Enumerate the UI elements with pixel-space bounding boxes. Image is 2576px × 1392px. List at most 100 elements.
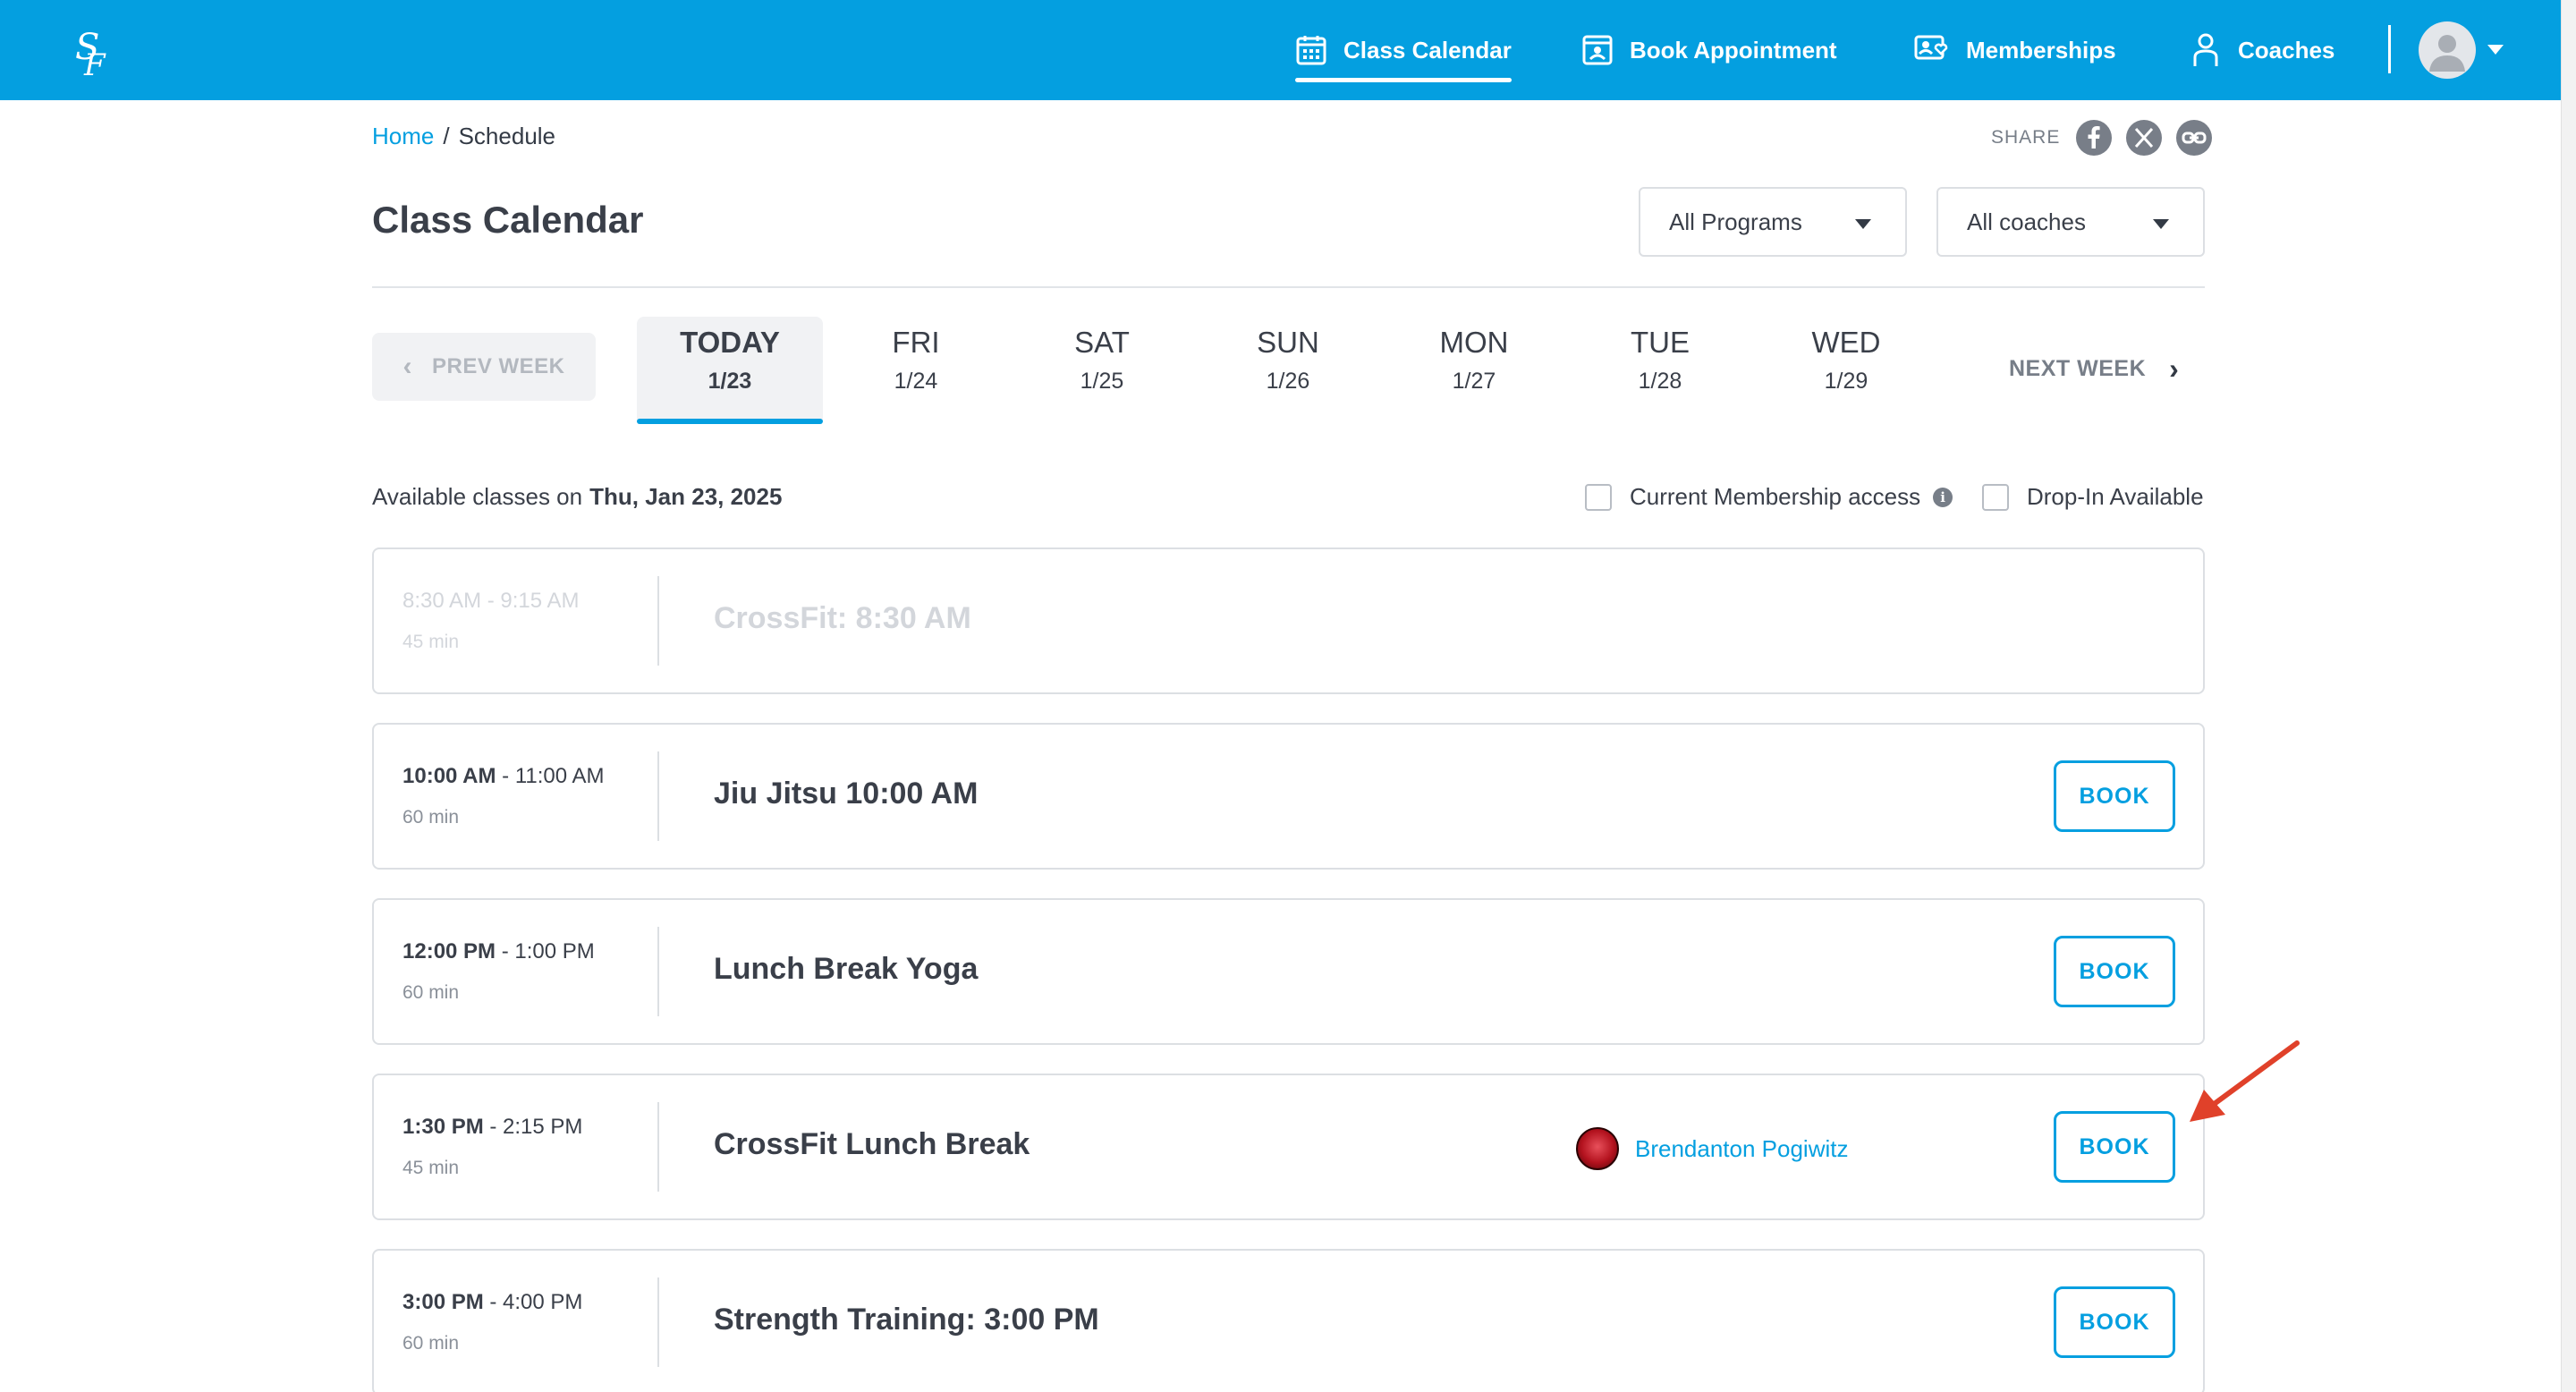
class-row[interactable]: 12:00 PM - 1:00 PM 60 min Lunch Break Yo…: [372, 898, 2205, 1045]
day-tab-wed[interactable]: WED 1/29: [1753, 317, 1939, 420]
class-duration: 45 min: [402, 1158, 460, 1178]
chevron-down-icon[interactable]: [2487, 45, 2504, 55]
nav-coaches[interactable]: Coaches: [2190, 0, 2334, 100]
next-week-button[interactable]: NEXT WEEK ›: [2009, 349, 2179, 388]
class-name: CrossFit: 8:30 AM: [714, 601, 971, 635]
nav-class-calendar[interactable]: Class Calendar: [1295, 0, 1512, 100]
programs-dropdown[interactable]: All Programs: [1639, 187, 1907, 257]
day-date: 1/29: [1824, 369, 1868, 394]
available-prefix: Available classes on: [372, 483, 583, 510]
available-classes-label: Available classes on Thu, Jan 23, 2025: [372, 483, 782, 511]
membership-access-filter[interactable]: Current Membership access i: [1585, 483, 1953, 511]
class-end-time: - 11:00 AM: [502, 764, 605, 788]
day-tab-mon[interactable]: MON 1/27: [1381, 317, 1567, 420]
coach-name: Brendanton Pogiwitz: [1635, 1134, 1849, 1162]
day-date: 1/28: [1638, 369, 1682, 394]
breadcrumb: Home / Schedule: [372, 122, 555, 150]
day-date: 1/24: [894, 369, 938, 394]
day-date: 1/23: [708, 369, 752, 394]
facebook-icon[interactable]: [2076, 120, 2113, 156]
nav-divider: [2388, 25, 2391, 73]
nav-label: Memberships: [1966, 36, 2116, 64]
class-end-time: - 4:00 PM: [489, 1290, 583, 1314]
day-name: TUE: [1631, 326, 1690, 359]
class-row[interactable]: 3:00 PM - 4:00 PM 60 min Strength Traini…: [372, 1249, 2205, 1392]
book-button[interactable]: BOOK: [2054, 760, 2175, 832]
user-avatar[interactable]: [2419, 21, 2476, 79]
nav-book-appointment[interactable]: Book Appointment: [1581, 0, 1837, 100]
scrollbar[interactable]: [2561, 0, 2576, 1392]
class-time: 8:30 AM - 9:15 AM: [402, 589, 579, 614]
next-week-label: NEXT WEEK: [2009, 355, 2147, 381]
day-date: 1/25: [1080, 369, 1124, 394]
breadcrumb-separator: /: [443, 123, 450, 149]
class-divider: [657, 576, 659, 666]
chevron-down-icon: [2153, 219, 2169, 229]
day-name: SAT: [1074, 326, 1130, 359]
appointment-icon: [1582, 35, 1613, 65]
chevron-left-icon: ‹: [402, 352, 412, 381]
dropin-checkbox[interactable]: [1982, 483, 2009, 511]
class-name: Jiu Jitsu 10:00 AM: [714, 777, 979, 811]
class-start-time: 3:00 PM: [402, 1290, 484, 1314]
page-title: Class Calendar: [372, 199, 644, 241]
breadcrumb-current: Schedule: [458, 123, 556, 149]
class-divider: [657, 1277, 659, 1367]
chevron-down-icon: [1855, 219, 1871, 229]
class-duration: 60 min: [402, 982, 460, 1003]
book-button[interactable]: BOOK: [2054, 1286, 2175, 1358]
nav-label: Coaches: [2238, 36, 2335, 64]
annotation-arrow-icon: [2190, 1040, 2300, 1122]
available-date: Thu, Jan 23, 2025: [589, 483, 783, 510]
class-duration: 45 min: [402, 632, 460, 652]
day-date: 1/26: [1266, 369, 1310, 394]
logo-icon: S F: [75, 27, 106, 83]
class-time: 1:30 PM - 2:15 PM: [402, 1115, 582, 1140]
class-end-time: - 2:15 PM: [489, 1115, 583, 1139]
nav-label: Book Appointment: [1630, 36, 1837, 64]
day-name: TODAY: [680, 326, 780, 359]
day-tab-sun[interactable]: SUN 1/26: [1195, 317, 1381, 420]
day-tab-sat[interactable]: SAT 1/25: [1009, 317, 1195, 420]
class-duration: 60 min: [402, 1333, 460, 1354]
class-start-time: 10:00 AM: [402, 764, 496, 788]
coaches-dropdown[interactable]: All coaches: [1936, 187, 2205, 257]
class-row[interactable]: 8:30 AM - 9:15 AM 45 min CrossFit: 8:30 …: [372, 547, 2205, 694]
class-name: Strength Training: 3:00 PM: [714, 1303, 1099, 1337]
day-date: 1/27: [1452, 369, 1496, 394]
divider: [372, 286, 2205, 288]
avatar-icon: [2429, 35, 2465, 72]
nav-memberships[interactable]: Memberships: [1914, 0, 2116, 100]
info-icon[interactable]: i: [1933, 487, 1953, 507]
coach-link[interactable]: Brendanton Pogiwitz: [1576, 1127, 1848, 1170]
prev-week-button[interactable]: ‹ PREV WEEK: [372, 333, 596, 401]
nav-label: Class Calendar: [1343, 36, 1512, 64]
class-duration: 60 min: [402, 807, 460, 828]
programs-dropdown-value: All Programs: [1669, 208, 1802, 235]
day-tab-today[interactable]: TODAY 1/23: [637, 317, 823, 424]
day-name: FRI: [892, 326, 940, 359]
class-time: 12:00 PM - 1:00 PM: [402, 939, 595, 964]
x-icon[interactable]: [2126, 120, 2163, 156]
class-end-time: - 9:15 AM: [487, 589, 580, 613]
day-tab-tue[interactable]: TUE 1/28: [1567, 317, 1753, 420]
coaches-dropdown-value: All coaches: [1967, 208, 2086, 235]
day-tab-fri[interactable]: FRI 1/24: [823, 317, 1009, 420]
class-time: 3:00 PM - 4:00 PM: [402, 1290, 582, 1315]
class-name: CrossFit Lunch Break: [714, 1127, 1030, 1161]
class-time: 10:00 AM - 11:00 AM: [402, 764, 604, 789]
membership-icon: [1914, 35, 1948, 60]
dropin-filter[interactable]: Drop-In Available: [1982, 483, 2204, 511]
book-button[interactable]: BOOK: [2054, 936, 2175, 1007]
class-divider: [657, 927, 659, 1016]
brand-logo[interactable]: S F: [70, 23, 114, 83]
book-button[interactable]: BOOK: [2054, 1111, 2175, 1183]
breadcrumb-home-link[interactable]: Home: [372, 123, 434, 149]
link-icon[interactable]: [2176, 120, 2213, 156]
class-row[interactable]: 10:00 AM - 11:00 AM 60 min Jiu Jitsu 10:…: [372, 723, 2205, 870]
share-bar: SHARE: [1991, 120, 2213, 156]
day-name: SUN: [1257, 326, 1319, 359]
class-end-time: - 1:00 PM: [501, 939, 595, 963]
class-row[interactable]: 1:30 PM - 2:15 PM 45 min CrossFit Lunch …: [372, 1074, 2205, 1220]
membership-access-checkbox[interactable]: [1585, 483, 1612, 511]
